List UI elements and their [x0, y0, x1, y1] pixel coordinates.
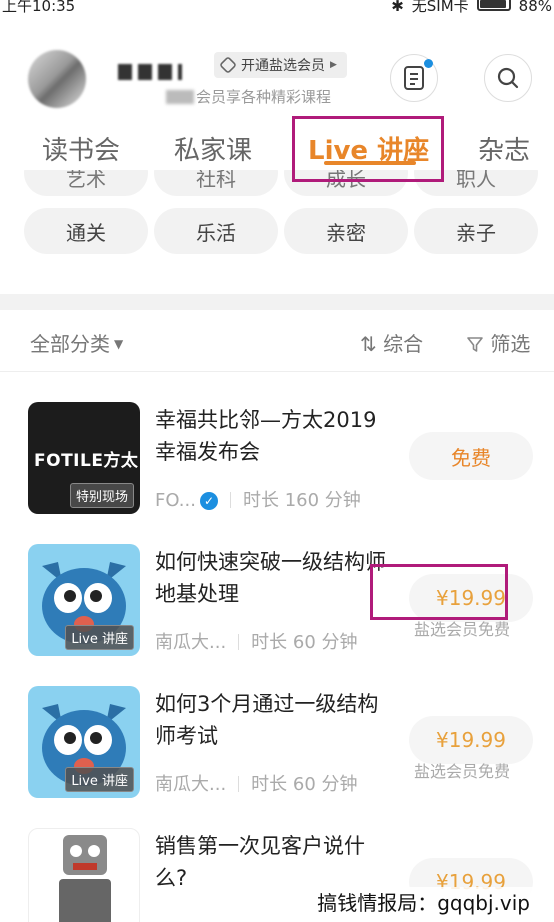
all-categories-label: 全部分类: [30, 332, 110, 356]
sort-label: 综合: [383, 332, 424, 356]
status-bar: 上午10:35 ✱ 无SIM卡 88%: [0, 0, 554, 14]
battery-percent: 88%: [518, 0, 552, 14]
sort-button[interactable]: ⇅ 综合: [360, 328, 423, 357]
cover-tag: 特别现场: [69, 483, 134, 508]
top-tabs: 读书会 私家课 Live 讲座 杂志: [0, 120, 554, 170]
cover-tag: Live 讲座: [65, 767, 134, 792]
sim-label: 无SIM卡: [411, 0, 469, 14]
search-icon: [497, 67, 519, 89]
filter-button[interactable]: 筛选: [466, 328, 530, 357]
status-right: ✱ 无SIM卡 88%: [391, 0, 552, 14]
item-title: 幸福共比邻—方太2019幸福发布会: [155, 408, 377, 464]
filter-bar: 全部分类 ▼ ⇅ 综合 筛选: [0, 310, 554, 372]
caret-down-icon: ▼: [114, 337, 124, 351]
chevron-right-icon: ▶: [330, 60, 337, 70]
member-free-note: 盐选会员免费: [414, 762, 511, 781]
cover-image: FOTILE方太 特别现场: [28, 402, 140, 514]
category-chip[interactable]: 亲密: [284, 208, 408, 254]
robot-icon: [59, 835, 111, 922]
item-title: 如何3个月通过一级结构师考试: [155, 692, 379, 748]
notes-button[interactable]: [390, 54, 438, 102]
funnel-icon: [467, 337, 483, 352]
item-title: 销售第一次见客户说什么?: [155, 834, 365, 890]
item-duration: 时长 60 分钟: [251, 632, 358, 653]
tab-magazine[interactable]: 杂志: [478, 130, 530, 167]
price-button[interactable]: ¥19.99: [409, 716, 533, 764]
item-author: 南瓜大...: [155, 632, 227, 653]
item-author: FO...: [155, 490, 196, 511]
search-button[interactable]: [484, 54, 532, 102]
list-item[interactable]: FOTILE方太 特别现场 幸福共比邻—方太2019幸福发布会 FO... ✓ 时长…: [0, 402, 554, 542]
category-chip[interactable]: 乐活: [154, 208, 278, 254]
notification-dot: [424, 59, 433, 68]
item-title: 如何快速突破一级结构师地基处理: [155, 550, 386, 606]
filter-label: 筛选: [490, 332, 531, 356]
category-chip[interactable]: 亲子: [414, 208, 538, 254]
app-screen: 上午10:35 ✱ 无SIM卡 88% 开通盐选会员 ▶ 会员享各种精彩课程 艺…: [0, 0, 554, 922]
vip-hex-icon: [218, 55, 238, 75]
tab-private-course[interactable]: 私家课: [174, 130, 252, 167]
vip-label: 开通盐选会员: [241, 58, 325, 74]
category-chip[interactable]: 通关: [24, 208, 148, 254]
user-nickname: [118, 64, 182, 80]
status-time: 上午10:35: [2, 0, 76, 14]
highlight-frame-tab: [292, 116, 444, 182]
item-meta: FO... ✓ 时长 160 分钟: [155, 486, 361, 512]
battery-icon: [476, 0, 511, 11]
cover-image: [28, 828, 140, 922]
verified-icon: ✓: [199, 492, 218, 510]
highlight-frame-price: [370, 564, 508, 620]
notes-icon: [404, 66, 424, 90]
item-meta: 南瓜大... 时长 60 分钟: [155, 628, 358, 654]
cover-tag: Live 讲座: [65, 625, 134, 650]
cover-image: Live 讲座: [28, 686, 140, 798]
item-author: 南瓜大...: [155, 774, 227, 795]
brand-logo: FOTILE方太: [34, 451, 139, 471]
bluetooth-icon: ✱: [391, 0, 404, 14]
list-item[interactable]: Live 讲座 如何3个月通过一级结构师考试 南瓜大... 时长 60 分钟 ¥1…: [0, 686, 554, 826]
sort-icon: ⇅: [360, 332, 377, 356]
avatar[interactable]: [28, 50, 86, 108]
vip-subtitle-text: 会员享各种精彩课程: [196, 88, 332, 106]
price-button[interactable]: 免费: [409, 432, 533, 480]
item-meta: 南瓜大... 时长 60 分钟: [155, 770, 358, 796]
cover-image: Live 讲座: [28, 544, 140, 656]
blurred-text: [166, 90, 194, 104]
item-duration: 时长 160 分钟: [242, 490, 361, 511]
section-divider: [0, 294, 554, 310]
vip-subtitle: 会员享各种精彩课程: [166, 86, 331, 107]
tab-reading-club[interactable]: 读书会: [42, 130, 120, 167]
all-categories-dropdown[interactable]: 全部分类 ▼: [30, 328, 123, 357]
watermark-text: 搞钱情报局：gqqbj.vip: [313, 887, 534, 916]
item-duration: 时长 60 分钟: [251, 774, 358, 795]
vip-open-button[interactable]: 开通盐选会员 ▶: [214, 52, 347, 78]
